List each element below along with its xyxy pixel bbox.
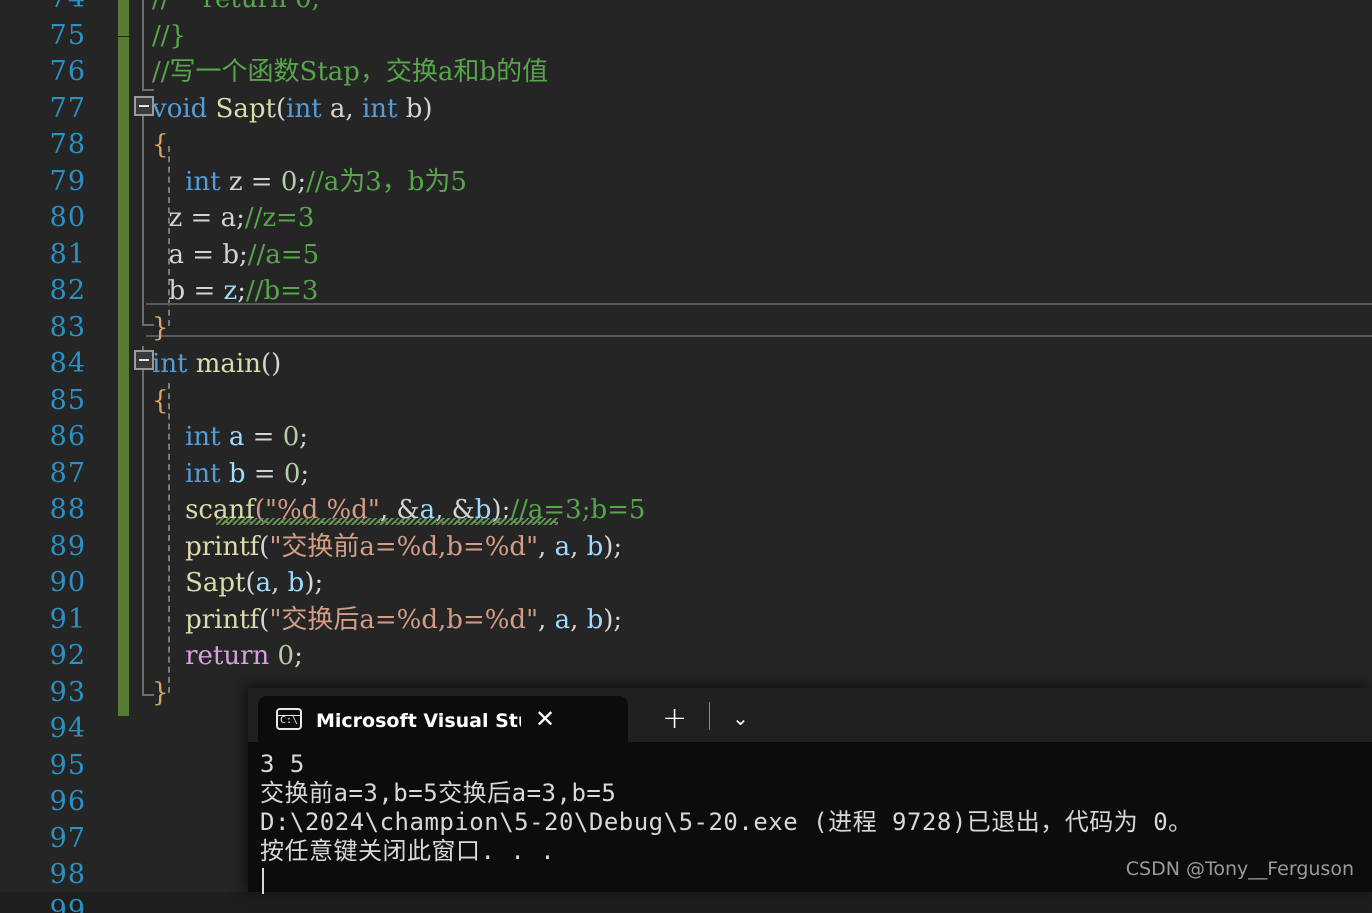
- terminal-icon: C:\: [276, 708, 302, 730]
- error-squiggle-icon: [216, 518, 558, 525]
- new-tab-icon[interactable]: +: [662, 704, 687, 734]
- console-tab[interactable]: C:\ Microsoft Visual Studio 调试控 ✕: [258, 696, 628, 742]
- line-number: 87: [49, 457, 86, 489]
- watermark: CSDN @Tony__Ferguson: [1125, 858, 1354, 880]
- line-number: 84: [49, 348, 86, 379]
- line-number: 81: [49, 238, 86, 270]
- line-number: 89: [49, 530, 86, 562]
- console-titlebar[interactable]: C:\ Microsoft Visual Studio 调试控 ✕ + ⌄: [248, 688, 1372, 742]
- line-number: 92: [49, 640, 86, 671]
- line-number: 96: [49, 786, 86, 817]
- fold-toggle-icon[interactable]: [134, 350, 154, 370]
- close-icon[interactable]: ✕: [535, 707, 555, 731]
- line-number: 85: [49, 384, 86, 416]
- line-number: 88: [49, 494, 86, 525]
- line-number: 95: [49, 749, 86, 781]
- console-output-line: 交换前a=3,b=5交换后a=3,b=5: [260, 779, 617, 807]
- line-number: 74: [0, 0, 86, 18]
- console-output-line: 3 5: [260, 750, 305, 778]
- current-line-highlight: [146, 303, 1372, 337]
- console-output-line: D:\2024\champion\5-20\Debug\5-20.exe (进程…: [260, 808, 1193, 836]
- line-number: 97: [49, 822, 86, 854]
- line-number: 76: [49, 56, 86, 87]
- line-number: 86: [49, 421, 86, 452]
- line-number: 93: [49, 676, 86, 708]
- line-number: 98: [49, 859, 86, 890]
- line-number: 91: [49, 603, 86, 635]
- fold-toggle-icon[interactable]: [134, 96, 154, 116]
- line-number: 75: [49, 19, 86, 51]
- line-number: 82: [49, 275, 86, 306]
- console-tab-title: Microsoft Visual Studio 调试控: [316, 709, 521, 732]
- line-number: 79: [49, 165, 86, 197]
- console-caret: [262, 868, 264, 894]
- line-number: 80: [49, 202, 86, 233]
- line-number: 99: [49, 895, 86, 913]
- line-number: 94: [49, 713, 86, 744]
- line-number: 83: [49, 311, 86, 343]
- toolbar-divider: [709, 702, 711, 730]
- chevron-down-icon[interactable]: ⌄: [732, 706, 749, 730]
- line-number: 77: [49, 92, 86, 124]
- line-number: 90: [49, 567, 86, 598]
- line-number: 78: [49, 129, 86, 160]
